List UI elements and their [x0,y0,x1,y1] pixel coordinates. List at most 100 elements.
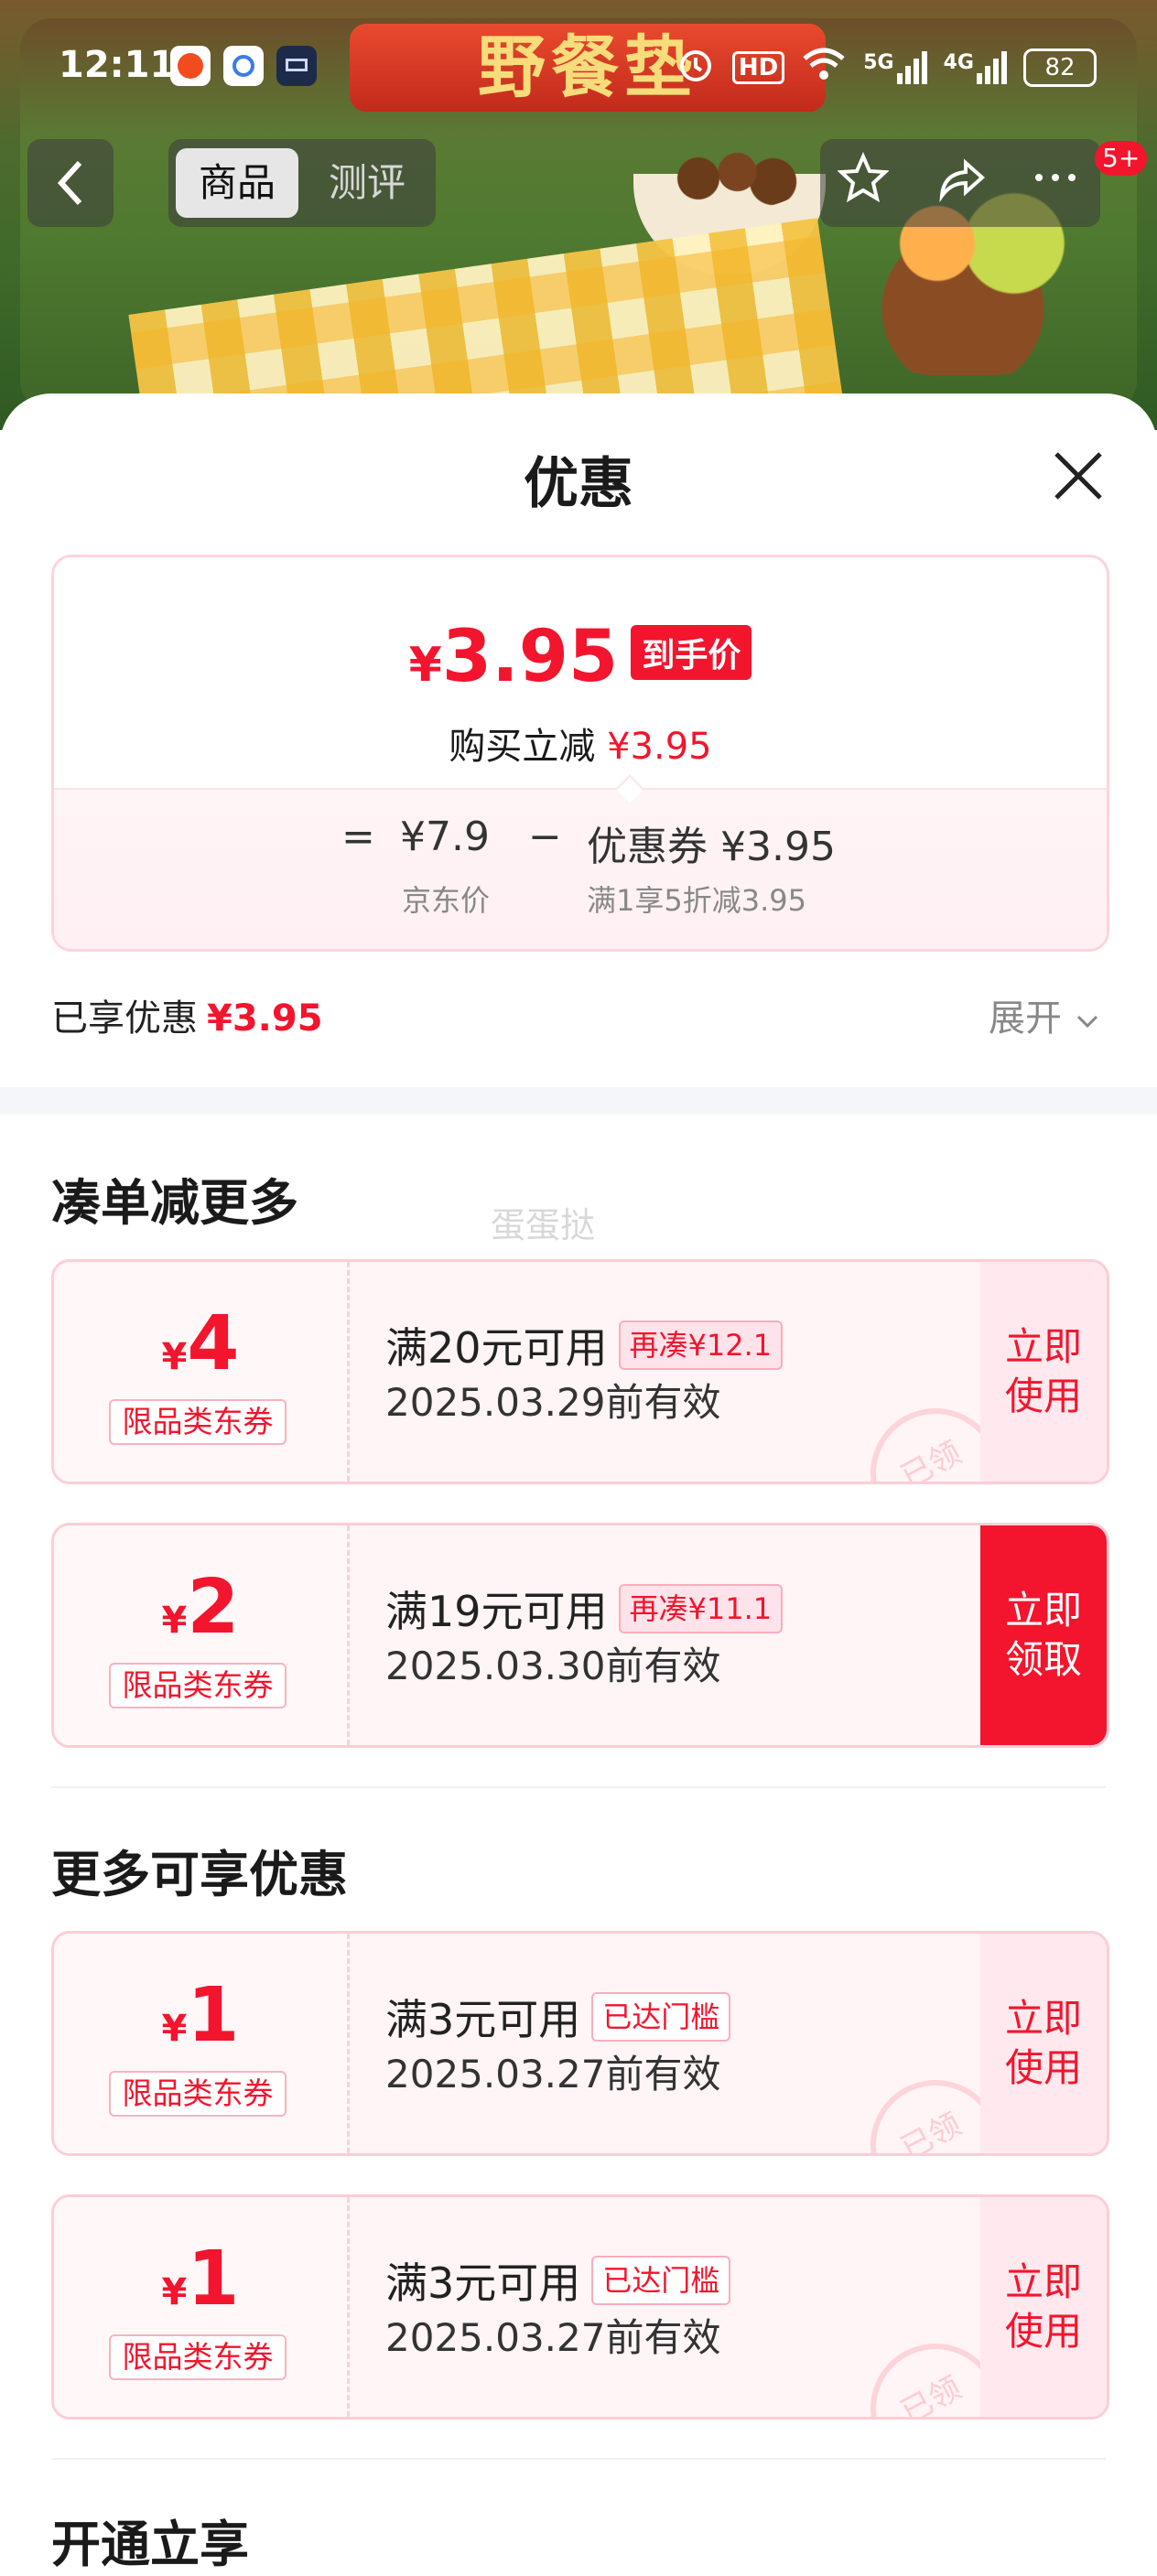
final-price-tag: 到手价 [631,625,752,680]
status-icons: HD 5G 4G 82 [676,44,1097,91]
price-breakdown-card: ¥3.95 到手价 购买立减 ¥3.95 = ¥7.9 京东价 − 优惠券 ¥3.… [51,555,1109,952]
watermark-text: 蛋蛋挞 [491,1205,596,1245]
reduce-label: 购买立减 [449,726,596,768]
coupon-date: 2025.03.27前有效 [385,2315,721,2360]
enjoyed-discount: 已享优惠 ¥3.95 [51,988,323,1041]
expand-button[interactable]: 展开 [989,988,1101,1041]
coupon-value: 1 [187,2236,240,2323]
chevron-down-icon [1076,1015,1098,1029]
coupon-condition-text: 满20元可用 [385,1323,608,1373]
reduce-value: ¥3.95 [607,726,712,768]
coupon-divider [347,2197,350,2417]
coupon-currency: ¥ [161,2008,188,2050]
coupon-date: 2025.03.29前有效 [385,1380,721,1425]
reduce-row: 购买立减 ¥3.95 [54,717,1107,770]
final-price-row: ¥3.95 到手价 [54,616,1107,698]
use-coupon-button[interactable]: 立即 使用 [980,1262,1107,1482]
coupon-tag: 再凑¥12.1 [618,1320,784,1370]
claim-coupon-button[interactable]: 立即 领取 [980,1525,1107,1745]
mail-app-icon [276,46,317,86]
final-price-currency: ¥ [408,638,442,693]
share-icon[interactable] [928,152,992,216]
coupon-currency: ¥ [161,1600,188,1642]
cloud-app-icon [223,46,264,86]
tab-reviews[interactable]: 测评 [306,148,428,218]
coupon-condition-text: 满19元可用 [385,1587,608,1636]
status-bar: 12:11 HD 5G 4G 82 [0,40,1157,95]
product-tabs: 商品 测评 [168,139,436,227]
coupon-condition-text: 满3元可用 [385,2258,581,2308]
use-coupon-button[interactable]: 立即 使用 [980,2197,1107,2417]
star-icon[interactable] [831,152,895,216]
coupon-currency: ¥ [161,1336,188,1378]
battery-icon: 82 [1023,48,1097,87]
coupon-deduction-value: ¥3.95 [720,824,836,870]
coupon-tag: 再凑¥11.1 [618,1584,784,1633]
coupon-condition: 满3元可用 已达门槛 [385,2250,731,2311]
discount-sheet: 优惠 ¥3.95 到手价 购买立减 ¥3.95 = ¥7.9 京东价 − 优惠券 … [0,393,1157,2573]
picnic-mat-pattern [128,218,846,412]
final-price-area: ¥3.95 到手价 购买立减 ¥3.95 [54,557,1107,788]
section-title-membership: 开通立享 [51,2516,249,2573]
coupon-kind: 限品类东券 [109,1663,287,1708]
coupon-amount: ¥2 [54,1564,347,1651]
coupon-value: 1 [187,1972,240,2059]
coupon-tag: 已达门槛 [591,1992,731,2042]
coupon-tag: 已达门槛 [591,2256,731,2305]
more-icon[interactable] [1023,152,1087,216]
use-coupon-button[interactable]: 立即 使用 [980,1934,1107,2153]
coupon-date: 2025.03.27前有效 [385,2052,721,2096]
wifi-icon [801,46,847,89]
chevron-left-icon [57,160,82,206]
coupon-deduction: 优惠券 ¥3.95 [587,814,836,872]
coupon-divider [347,1262,350,1482]
section-divider-thin [51,2458,1106,2460]
coupon-deduction-label: 优惠券 [587,824,708,870]
coupon-amount: ¥1 [54,1972,347,2059]
coupon-value: 2 [187,1564,240,1651]
coupon-kind: 限品类东券 [109,1399,287,1445]
enjoyed-value: ¥3.95 [207,997,323,1040]
coupon-deduction-note: 满1享5折减3.95 [587,883,806,918]
message-badge: 5+ [1095,141,1148,176]
price-formula: = ¥7.9 京东价 − 优惠券 ¥3.95 满1享5折减3.95 [54,788,1107,949]
signal-4g-icon: 4G [944,50,1007,84]
coupon-condition: 满20元可用 再凑¥12.1 [385,1315,784,1375]
coupon-currency: ¥ [161,2271,188,2313]
coupon-condition: 满19元可用 再凑¥11.1 [385,1579,784,1639]
close-button[interactable] [1043,441,1113,511]
alarm-icon [676,44,716,91]
coupon-condition-text: 满3元可用 [385,1995,581,2044]
final-price: 3.95 [441,616,619,698]
coupon-kind: 限品类东券 [109,2071,287,2117]
coupon-amount: ¥1 [54,2236,347,2323]
coupon-condition: 满3元可用 已达门槛 [385,1987,731,2047]
jd-price-label: 京东价 [402,883,491,918]
coupon-kind: 限品类东券 [109,2334,287,2380]
coupon-card: ¥4 限品类东券 满20元可用 再凑¥12.1 2025.03.29前有效 已领 … [51,1259,1109,1484]
coupon-card: ¥1 限品类东券 满3元可用 已达门槛 2025.03.27前有效 已领 立即 使用 [51,2194,1109,2420]
coupon-divider [347,1525,350,1745]
hd-icon: HD [731,50,785,84]
nuts-illustration [652,146,807,210]
jd-price: ¥7.9 [400,814,490,860]
coupon-card: ¥2 限品类东券 满19元可用 再凑¥11.1 2025.03.30前有效 立即领… [51,1523,1109,1748]
section-divider [0,1087,1157,1115]
minus-sign: − [528,814,562,860]
coupon-amount: ¥4 [54,1300,347,1387]
app-notification-icon [170,46,211,86]
back-button[interactable] [27,139,114,227]
tab-goods[interactable]: 商品 [176,148,298,218]
expand-label: 展开 [989,997,1062,1040]
section-divider-thin [51,1786,1106,1788]
status-time: 12:11 [59,44,176,86]
section-title-more: 更多可享优惠 [51,1846,348,1903]
coupon-date: 2025.03.30前有效 [385,1644,721,1688]
enjoyed-label: 已享优惠 [51,997,198,1040]
section-title-bundle: 凑单减更多 [51,1174,298,1232]
signal-5g-icon: 5G [863,50,927,84]
header-actions [820,139,1100,227]
coupon-card: ¥1 限品类东券 满3元可用 已达门槛 2025.03.27前有效 已领 立即 使用 [51,1931,1109,2156]
coupon-value: 4 [187,1300,240,1387]
sheet-title: 优惠 [524,452,633,516]
